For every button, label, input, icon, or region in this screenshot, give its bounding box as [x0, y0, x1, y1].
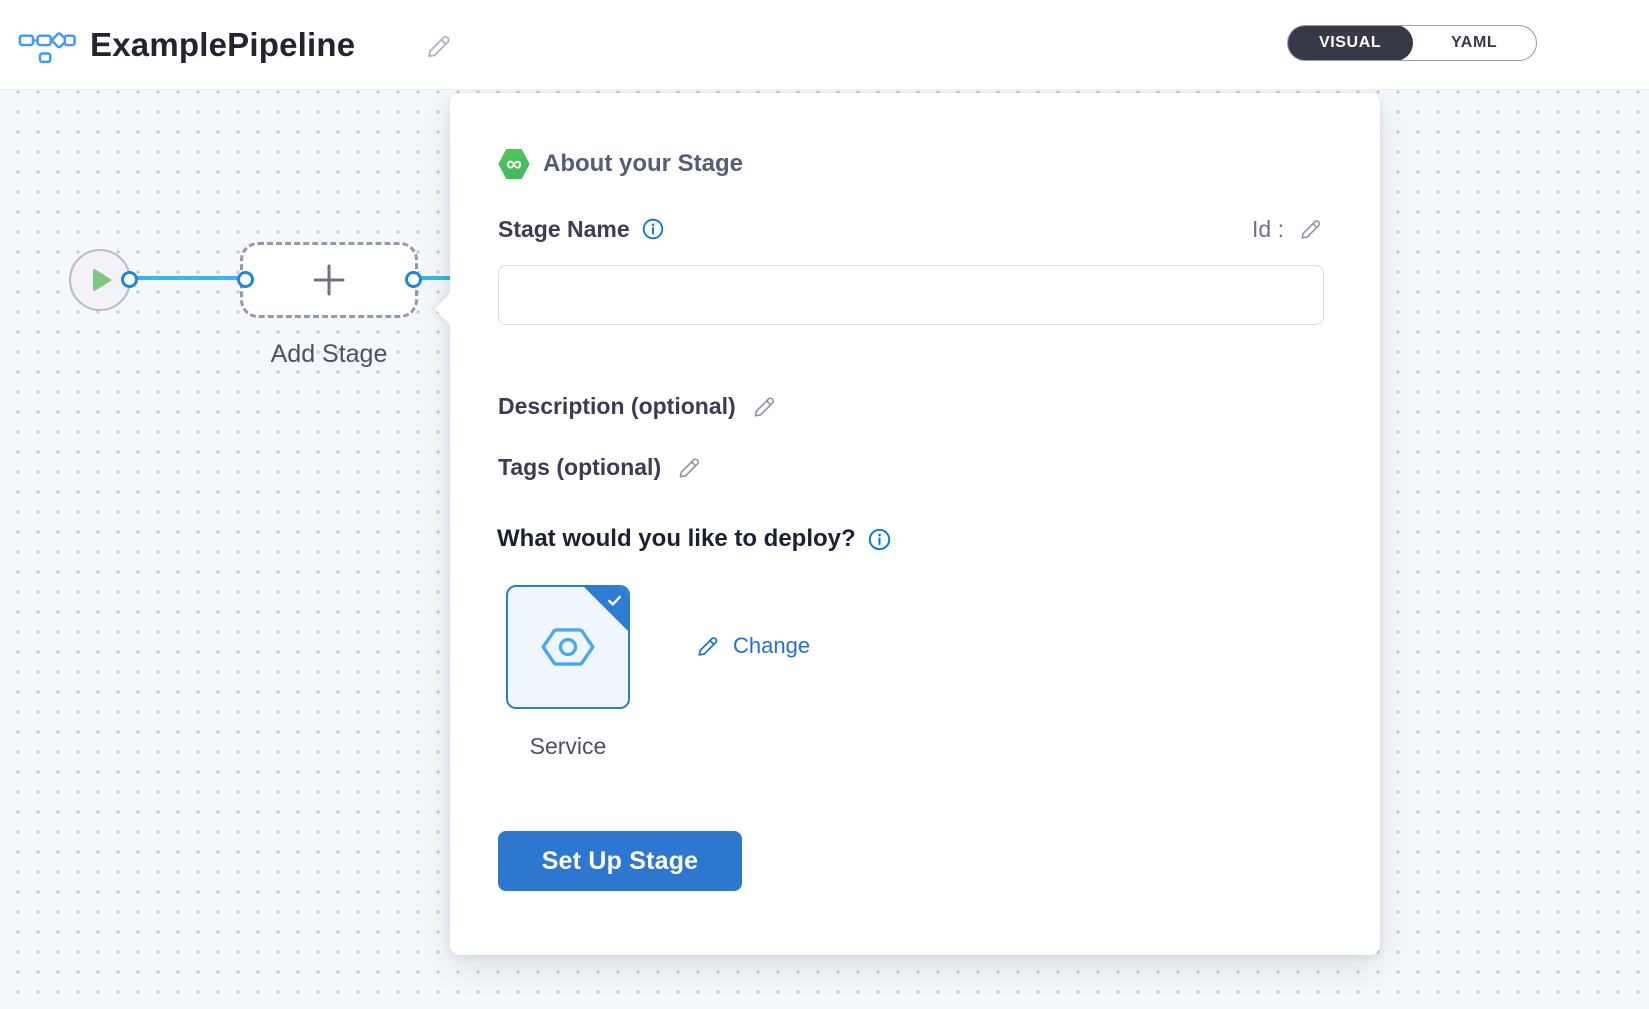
page-title: ExamplePipeline	[90, 26, 355, 64]
connector-dot	[405, 271, 422, 288]
panel-heading: About your Stage	[543, 150, 743, 178]
plus-icon	[310, 261, 348, 299]
stage-id-label: Id :	[1252, 216, 1284, 243]
deploy-option-card-service[interactable]	[506, 585, 630, 709]
change-deploy-type-link[interactable]: Change	[695, 633, 810, 659]
check-icon	[606, 592, 623, 614]
toggle-yaml[interactable]: YAML	[1412, 26, 1536, 60]
edit-tags-icon[interactable]	[676, 454, 703, 481]
deploy-option-label: Service	[506, 733, 630, 760]
toggle-visual[interactable]: VISUAL	[1287, 25, 1413, 61]
pipeline-icon	[18, 26, 76, 71]
add-stage-label: Add Stage	[240, 340, 418, 369]
about-stage-panel: ∞ About your Stage Stage Name Id :	[450, 93, 1380, 955]
stage-name-input[interactable]	[498, 265, 1324, 325]
tags-label: Tags (optional)	[498, 454, 661, 481]
edit-description-icon[interactable]	[751, 393, 778, 420]
deploy-stage-icon: ∞	[498, 148, 530, 180]
app-header: ExamplePipeline VISUAL YAML	[0, 0, 1649, 90]
stage-name-label: Stage Name	[498, 216, 630, 243]
panel-caret	[434, 293, 465, 324]
info-icon[interactable]	[641, 217, 665, 241]
edit-pencil-icon	[695, 633, 721, 659]
set-up-stage-button[interactable]: Set Up Stage	[498, 831, 742, 891]
connector-dot	[237, 271, 254, 288]
deploy-question-label: What would you like to deploy?	[497, 525, 856, 553]
edit-pipeline-name-icon[interactable]	[424, 31, 454, 66]
visual-yaml-toggle[interactable]: VISUAL YAML	[1287, 25, 1537, 61]
info-icon[interactable]	[867, 527, 892, 552]
pipeline-canvas: Add Stage ∞ About your Stage Stage Name …	[0, 90, 1649, 1009]
play-icon	[93, 268, 112, 292]
add-stage-node[interactable]	[240, 242, 418, 318]
edit-id-icon[interactable]	[1298, 216, 1324, 242]
change-label: Change	[733, 633, 810, 659]
description-label: Description (optional)	[498, 393, 736, 420]
connector-dot	[121, 271, 138, 288]
